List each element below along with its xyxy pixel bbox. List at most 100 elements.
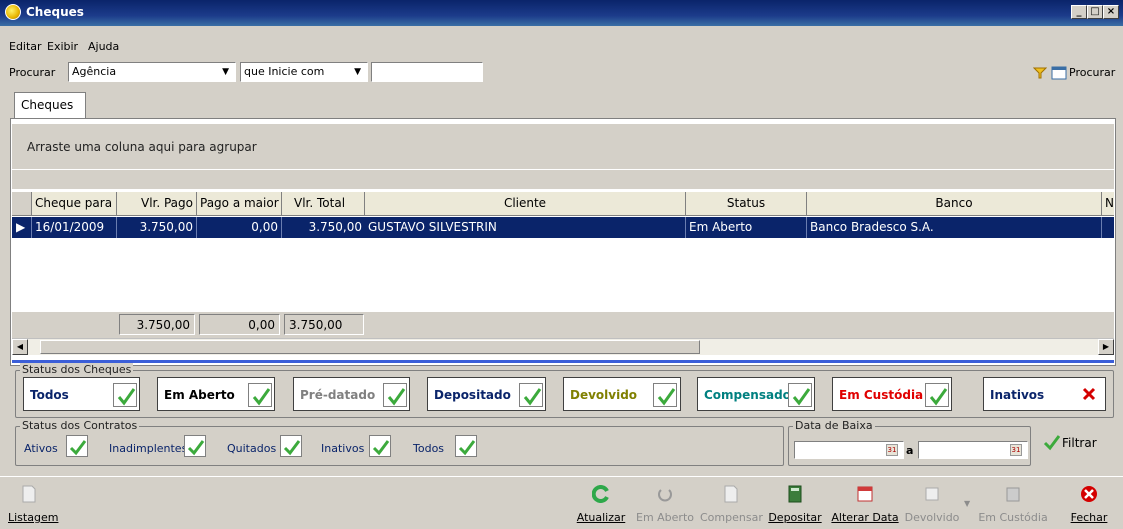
- group-hint: Arraste uma coluna aqui para agrupar: [27, 140, 257, 154]
- check-icon[interactable]: [248, 383, 272, 407]
- check-icon[interactable]: [653, 383, 677, 407]
- devolvido-label: Devolvido: [904, 511, 960, 524]
- calendar-icon[interactable]: 31: [1010, 444, 1022, 456]
- status-devolvido-label: Devolvido: [570, 388, 638, 402]
- menu-bar: Editar Exibir Ajuda: [0, 26, 1123, 56]
- check-icon[interactable]: [113, 383, 137, 407]
- fechar-button[interactable]: Fechar: [1064, 477, 1114, 529]
- bottom-toolbar: Listagem Atualizar Em Aberto Compensar D…: [0, 476, 1123, 529]
- check-icon[interactable]: [280, 435, 302, 457]
- cell-n: [1102, 217, 1114, 238]
- check-icon[interactable]: [788, 383, 812, 407]
- status-devolvido[interactable]: Devolvido: [563, 377, 681, 411]
- menu-ajuda[interactable]: Ajuda: [88, 40, 119, 53]
- document-icon: [724, 485, 738, 503]
- status-pre-datado-label: Pré-datado: [300, 388, 376, 402]
- column-header-vlr-pago[interactable]: Vlr. Pago: [117, 192, 197, 216]
- check-icon: [1043, 435, 1061, 451]
- search-field-select[interactable]: Agência ▼: [68, 62, 236, 82]
- column-header-n[interactable]: N: [1102, 192, 1114, 216]
- column-header-pago-a-maior[interactable]: Pago a maior: [197, 192, 282, 216]
- calendar-icon[interactable]: 31: [886, 444, 898, 456]
- status-em-custodia[interactable]: Em Custódia: [832, 377, 952, 411]
- status-todos[interactable]: Todos: [23, 377, 140, 411]
- contrato-todos-label: Todos: [413, 442, 445, 455]
- alterar-data-button[interactable]: Alterar Data: [829, 477, 901, 529]
- cell-vlr-total: 3.750,00: [308, 220, 362, 234]
- status-inativos-label: Inativos: [990, 388, 1045, 402]
- compensar-button[interactable]: Compensar: [700, 477, 763, 529]
- refresh-icon: [592, 485, 609, 503]
- horizontal-scrollbar[interactable]: ◀ ▶: [12, 338, 1114, 355]
- table-row[interactable]: ▶ 16/01/2009 3.750,00 0,00 3.750,00 GUST…: [12, 217, 1114, 238]
- check-icon[interactable]: [519, 383, 543, 407]
- chevron-down-icon[interactable]: ▼: [964, 499, 970, 508]
- check-icon[interactable]: [66, 435, 88, 457]
- column-header-cheque-para[interactable]: Cheque para: [32, 192, 117, 216]
- em-custodia-button[interactable]: Em Custódia: [978, 477, 1048, 529]
- filter-icon[interactable]: [1033, 67, 1047, 79]
- column-header-vlr-total[interactable]: Vlr. Total: [282, 192, 365, 216]
- em-aberto-button[interactable]: Em Aberto: [636, 477, 694, 529]
- search-condition-select[interactable]: que Inicie com ▼: [240, 62, 368, 82]
- app-icon: [5, 4, 21, 20]
- minimize-button[interactable]: _: [1071, 5, 1087, 19]
- scroll-left-icon[interactable]: ◀: [12, 339, 28, 355]
- search-input[interactable]: [371, 62, 483, 82]
- atualizar-button[interactable]: Atualizar: [573, 477, 629, 529]
- status-inativos[interactable]: Inativos: [983, 377, 1106, 411]
- scroll-right-icon[interactable]: ▶: [1098, 339, 1114, 355]
- check-icon[interactable]: [925, 383, 949, 407]
- scroll-thumb[interactable]: [40, 340, 700, 354]
- column-header-status[interactable]: Status: [686, 192, 807, 216]
- check-icon[interactable]: [455, 435, 477, 457]
- devolvido-button[interactable]: Devolvido ▼: [902, 477, 970, 529]
- column-header-cliente[interactable]: Cliente: [365, 192, 686, 216]
- search-bar: Procurar Agência ▼ que Inicie com ▼ Proc…: [0, 58, 1123, 86]
- listagem-button[interactable]: Listagem: [8, 477, 59, 529]
- status-compensado-label: Compensado: [704, 388, 791, 402]
- compensar-label: Compensar: [700, 511, 763, 524]
- status-compensado[interactable]: Compensado: [697, 377, 815, 411]
- cell-status: Em Aberto: [686, 217, 807, 238]
- check-icon[interactable]: [184, 435, 206, 457]
- close-icon: [1081, 486, 1097, 502]
- cell-cliente: GUSTAVO SILVESTRIN: [365, 217, 686, 238]
- filtrar-label: Filtrar: [1062, 436, 1097, 450]
- row-pointer-icon: ▶: [12, 217, 32, 238]
- maximize-button[interactable]: □: [1087, 5, 1103, 19]
- close-window-button[interactable]: ×: [1103, 5, 1119, 19]
- status-depositado[interactable]: Depositado: [427, 377, 546, 411]
- chevron-down-icon[interactable]: ▼: [354, 67, 361, 77]
- menu-exibir[interactable]: Exibir: [47, 40, 78, 53]
- filtrar-button[interactable]: Filtrar: [1043, 430, 1113, 456]
- listagem-label: Listagem: [8, 511, 59, 524]
- check-icon[interactable]: [369, 435, 391, 457]
- cell-pago-a-maior: 0,00: [197, 217, 282, 238]
- status-depositado-label: Depositado: [434, 388, 511, 402]
- check-icon[interactable]: [383, 383, 407, 407]
- em-custodia-label: Em Custódia: [978, 511, 1048, 524]
- fechar-label: Fechar: [1070, 511, 1108, 524]
- alterar-data-label: Alterar Data: [831, 511, 899, 524]
- column-header-banco[interactable]: Banco: [807, 192, 1102, 216]
- group-by-area[interactable]: Arraste uma coluna aqui para agrupar: [12, 124, 1114, 169]
- data-baixa-to-input[interactable]: 31: [918, 441, 1028, 459]
- grid-empty-area: [12, 238, 1114, 312]
- data-baixa-from-input[interactable]: 31: [794, 441, 904, 459]
- depositar-label: Depositar: [768, 511, 822, 524]
- status-cheques-legend: Status dos Cheques: [20, 363, 134, 376]
- status-pre-datado[interactable]: Pré-datado: [293, 377, 410, 411]
- procurar-button[interactable]: Procurar: [1069, 66, 1115, 79]
- window-title: Cheques: [26, 5, 84, 19]
- cell-cheque-para: 16/01/2009: [32, 217, 117, 238]
- tab-cheques[interactable]: Cheques: [14, 92, 86, 119]
- cell-vlr-pago: 3.750,00: [117, 217, 197, 238]
- depositar-button[interactable]: Depositar: [767, 477, 823, 529]
- menu-editar[interactable]: Editar: [9, 40, 42, 53]
- x-icon[interactable]: [1082, 387, 1096, 401]
- chevron-down-icon[interactable]: ▼: [222, 67, 229, 77]
- calculator-icon: [788, 485, 802, 503]
- status-em-aberto[interactable]: Em Aberto: [157, 377, 275, 411]
- search-field-value: Agência: [72, 65, 117, 78]
